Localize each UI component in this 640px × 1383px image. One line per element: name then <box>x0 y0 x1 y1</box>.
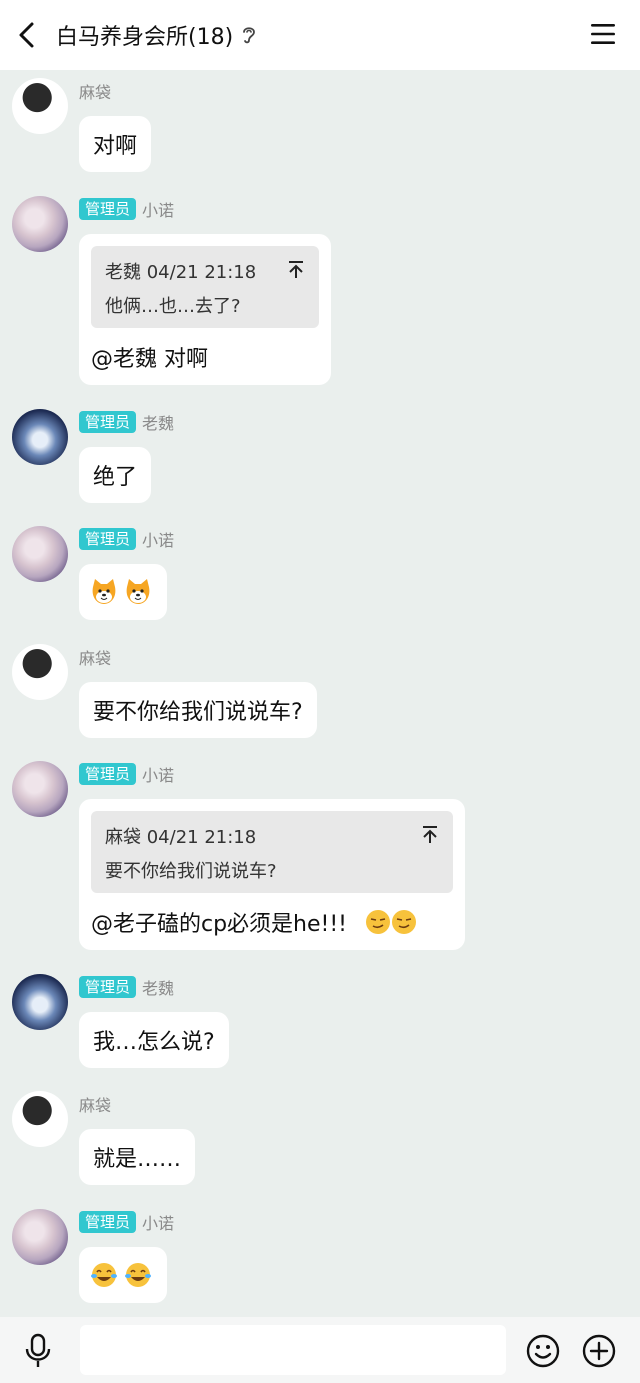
message-bubble[interactable] <box>79 1247 167 1303</box>
chat-title: 白马养身会所(18) <box>56 25 234 50</box>
smirk-emoji <box>366 909 390 934</box>
avatar[interactable] <box>12 974 68 1030</box>
chat-list[interactable]: 麻袋 对啊 管理员 小诺 老魏 04/21 21:18 他俩…也…去了? @老魏… <box>0 70 640 1317</box>
message-bubble[interactable]: 就是…… <box>79 1129 196 1185</box>
quoted-message[interactable]: 麻袋 04/21 21:18 要不你给我们说说车? <box>91 811 453 893</box>
message-meta: 管理员 小诺 <box>79 198 174 220</box>
message-text: 绝了 <box>93 465 138 490</box>
sender-name: 老魏 <box>142 414 175 433</box>
quoted-message[interactable]: 老魏 04/21 21:18 他俩…也…去了? <box>91 246 319 328</box>
quote-body: 要不你给我们说说车? <box>105 861 277 882</box>
jump-up-icon[interactable] <box>287 260 305 280</box>
title-area[interactable]: 白马养身会所(18) <box>56 19 257 51</box>
quote-body: 他俩…也…去了? <box>105 296 241 317</box>
sender-name: 小诺 <box>142 1214 175 1233</box>
message-meta: 麻袋 <box>79 80 111 102</box>
reply-text: @老魏 对啊 <box>91 346 208 372</box>
quote-header: 老魏 04/21 21:18 <box>105 262 257 283</box>
smiley-icon[interactable] <box>526 1334 560 1368</box>
message-meta: 管理员 小诺 <box>79 528 174 550</box>
message-bubble[interactable]: 对啊 <box>79 116 152 172</box>
microphone-icon[interactable] <box>24 1333 52 1369</box>
sender-name: 小诺 <box>142 766 175 785</box>
sender-name: 小诺 <box>142 531 175 550</box>
message-text: 就是…… <box>93 1147 182 1172</box>
avatar[interactable] <box>12 761 68 817</box>
message-meta: 麻袋 <box>79 1093 111 1115</box>
message-meta: 管理员 小诺 <box>79 763 174 785</box>
quote-header: 麻袋 04/21 21:18 <box>105 827 257 848</box>
admin-badge: 管理员 <box>79 411 137 433</box>
admin-badge: 管理员 <box>79 763 137 785</box>
admin-badge: 管理员 <box>79 1211 137 1233</box>
message-input[interactable] <box>80 1325 506 1375</box>
dog-face-emoji <box>126 579 150 604</box>
reply-bubble[interactable]: 老魏 04/21 21:18 他俩…也…去了? @老魏 对啊 <box>79 234 331 385</box>
sender-name: 小诺 <box>142 201 175 220</box>
avatar[interactable] <box>12 1209 68 1265</box>
message-bubble[interactable]: 要不你给我们说说车? <box>79 682 317 738</box>
reply-text: @老子磕的cp必须是he!!! <box>91 893 453 950</box>
avatar[interactable] <box>12 644 68 700</box>
avatar[interactable] <box>12 196 68 252</box>
message-text: 对啊 <box>93 134 138 159</box>
plus-icon[interactable] <box>582 1334 616 1368</box>
avatar[interactable] <box>12 78 68 134</box>
message-meta: 麻袋 <box>79 646 111 668</box>
input-bar <box>0 1317 640 1383</box>
dog-face-emoji <box>92 579 116 604</box>
sender-name: 麻袋 <box>79 83 112 102</box>
laughing-tears-emoji <box>91 1263 117 1287</box>
admin-badge: 管理员 <box>79 528 137 550</box>
avatar[interactable] <box>12 409 68 465</box>
message-text: 要不你给我们说说车? <box>93 700 303 725</box>
message-meta: 管理员 老魏 <box>79 976 174 998</box>
sender-name: 麻袋 <box>79 649 112 668</box>
hamburger-menu-icon[interactable] <box>590 22 616 46</box>
message-bubble[interactable]: 我…怎么说? <box>79 1012 229 1068</box>
message-text: 我…怎么说? <box>93 1030 215 1055</box>
sender-name: 老魏 <box>142 979 175 998</box>
sender-name: 麻袋 <box>79 1096 112 1115</box>
ear-icon <box>243 27 256 44</box>
avatar[interactable] <box>12 526 68 582</box>
admin-badge: 管理员 <box>79 198 137 220</box>
smirk-emoji <box>392 909 416 934</box>
reply-bubble[interactable]: 麻袋 04/21 21:18 要不你给我们说说车? @老子磕的cp必须是he!!… <box>79 799 465 950</box>
laughing-tears-emoji <box>125 1263 151 1287</box>
top-bar: 白马养身会所(18) <box>0 0 640 70</box>
back-arrow-icon[interactable] <box>12 18 44 52</box>
avatar[interactable] <box>12 1091 68 1147</box>
message-bubble[interactable] <box>79 564 167 620</box>
message-bubble[interactable]: 绝了 <box>79 447 152 503</box>
message-meta: 管理员 老魏 <box>79 411 174 433</box>
message-meta: 管理员 小诺 <box>79 1211 174 1233</box>
admin-badge: 管理员 <box>79 976 137 998</box>
jump-up-icon[interactable] <box>421 825 439 845</box>
